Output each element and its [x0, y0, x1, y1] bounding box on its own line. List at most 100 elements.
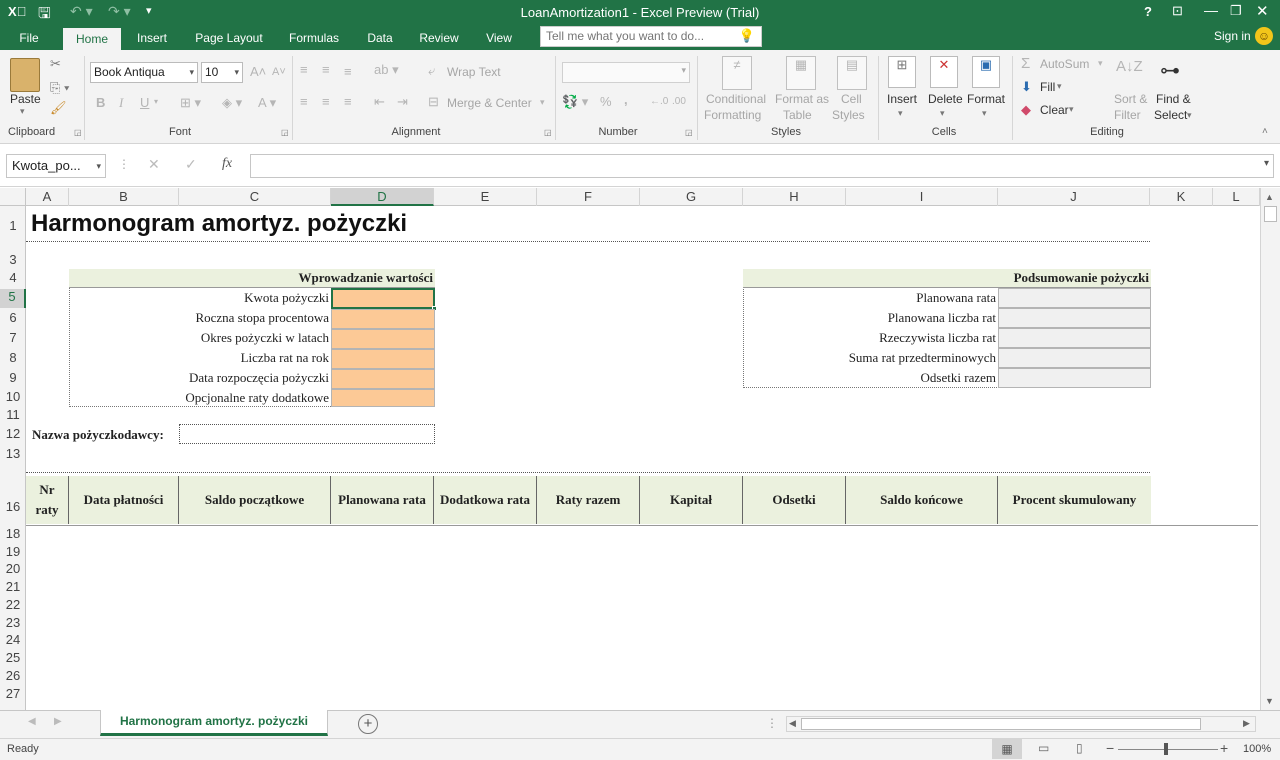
- cut-icon[interactable]: ✂: [50, 56, 61, 72]
- help-icon[interactable]: ?: [1144, 4, 1152, 19]
- summary-cell-total-interest[interactable]: [998, 368, 1151, 388]
- undo-icon[interactable]: ↶ ▾: [70, 3, 93, 20]
- cell-styles-label-1[interactable]: Cell: [841, 92, 862, 106]
- tab-data[interactable]: Data: [360, 26, 400, 50]
- input-cell-loan-period[interactable]: [331, 329, 435, 349]
- prev-sheet-icon[interactable]: ◀: [28, 716, 36, 727]
- clear-button[interactable]: Clear: [1040, 103, 1069, 117]
- expand-formula-icon[interactable]: ▾: [1264, 158, 1269, 169]
- clear-icon[interactable]: ◆: [1021, 102, 1031, 118]
- column-header-h[interactable]: H: [743, 188, 846, 206]
- row-header[interactable]: 12: [0, 426, 26, 441]
- row-header[interactable]: 25: [0, 650, 26, 665]
- format-dropdown-icon[interactable]: ▾: [982, 108, 987, 119]
- row-header[interactable]: 26: [0, 668, 26, 683]
- tab-file[interactable]: File: [8, 26, 50, 50]
- column-header-k[interactable]: K: [1150, 188, 1213, 206]
- row-header[interactable]: 8: [0, 350, 26, 365]
- fill-icon[interactable]: ⬇: [1021, 79, 1032, 95]
- align-middle-icon[interactable]: ≡: [322, 62, 330, 77]
- normal-view-button[interactable]: ▦: [992, 739, 1022, 759]
- autosum-dropdown-icon[interactable]: ▾: [1098, 58, 1103, 69]
- font-color-icon[interactable]: A ▾: [258, 95, 276, 111]
- restore-icon[interactable]: ❐: [1230, 3, 1242, 19]
- fill-button[interactable]: Fill: [1040, 80, 1055, 94]
- bold-button[interactable]: B: [96, 95, 105, 110]
- format-painter-icon[interactable]: 🖌: [50, 100, 67, 116]
- merge-center-button[interactable]: Merge & Center: [447, 96, 532, 110]
- find-dropdown-icon[interactable]: ▾: [1187, 110, 1192, 121]
- input-cell-loan-amount[interactable]: [331, 288, 435, 309]
- font-size-select[interactable]: 10 ▾: [201, 62, 243, 83]
- horizontal-scrollbar[interactable]: ◀ ▶: [786, 716, 1256, 732]
- save-icon[interactable]: 🖫: [38, 3, 51, 28]
- autosum-icon[interactable]: Σ: [1021, 55, 1030, 72]
- find-select-label-2[interactable]: Select: [1154, 108, 1187, 122]
- column-header-l[interactable]: L: [1213, 188, 1260, 206]
- merge-center-icon[interactable]: ⊟: [428, 94, 439, 110]
- borders-icon[interactable]: ⊞ ▾: [180, 95, 201, 111]
- row-header[interactable]: 24: [0, 632, 26, 647]
- column-header-e[interactable]: E: [434, 188, 537, 206]
- delete-cells-icon[interactable]: ✕: [930, 56, 958, 88]
- cancel-entry-icon[interactable]: ✕: [148, 156, 160, 173]
- insert-cells-button[interactable]: Insert: [887, 92, 917, 106]
- italic-button[interactable]: I: [119, 95, 123, 111]
- conditional-formatting-label-2[interactable]: Formatting: [704, 108, 761, 122]
- alignment-launcher-icon[interactable]: ◲: [544, 128, 552, 137]
- input-cell-extra-payments[interactable]: [331, 389, 435, 407]
- row-header[interactable]: 16: [0, 499, 26, 514]
- tab-review[interactable]: Review: [412, 26, 466, 50]
- tab-view[interactable]: View: [478, 26, 520, 50]
- align-top-icon[interactable]: ≡: [300, 62, 308, 77]
- tab-page-layout[interactable]: Page Layout: [190, 26, 268, 50]
- formula-input[interactable]: ▾: [250, 154, 1274, 178]
- clipboard-launcher-icon[interactable]: ◲: [74, 128, 82, 137]
- merge-dropdown-icon[interactable]: ▾: [540, 97, 545, 108]
- accounting-format-icon[interactable]: 💱 ▾: [562, 94, 588, 110]
- paste-icon[interactable]: [10, 58, 40, 92]
- split-handle-icon[interactable]: ⋮: [766, 716, 778, 730]
- scroll-down-icon[interactable]: ▼: [1265, 696, 1274, 706]
- sort-filter-icon[interactable]: A↓Z: [1116, 58, 1143, 75]
- column-header-d[interactable]: D: [331, 188, 434, 206]
- insert-cells-icon[interactable]: ⊞: [888, 56, 916, 88]
- paste-dropdown-icon[interactable]: ▾: [20, 106, 25, 117]
- increase-indent-icon[interactable]: ⇥: [397, 94, 408, 110]
- delete-cells-button[interactable]: Delete: [928, 92, 963, 106]
- fill-color-icon[interactable]: ◈ ▾: [222, 95, 242, 111]
- collapse-ribbon-icon[interactable]: ˄: [1262, 126, 1268, 137]
- align-bottom-icon[interactable]: ≡: [344, 64, 352, 79]
- format-as-table-label-1[interactable]: Format as: [775, 92, 829, 106]
- fill-dropdown-icon[interactable]: ▾: [1057, 81, 1062, 92]
- increase-decimal-icon[interactable]: ←.0: [650, 96, 668, 107]
- format-cells-icon[interactable]: ▣: [972, 56, 1000, 88]
- row-header[interactable]: 19: [0, 544, 26, 559]
- align-right-icon[interactable]: ≡: [344, 94, 352, 109]
- format-as-table-icon[interactable]: ▦: [786, 56, 816, 90]
- column-header-c[interactable]: C: [179, 188, 331, 206]
- format-as-table-label-2[interactable]: Table: [783, 108, 812, 122]
- column-header-b[interactable]: B: [69, 188, 179, 206]
- autosum-button[interactable]: AutoSum: [1040, 57, 1089, 71]
- input-cell-payments-per-year[interactable]: [331, 349, 435, 369]
- name-box[interactable]: Kwota_po... ▾: [6, 154, 106, 178]
- row-header[interactable]: 23: [0, 615, 26, 630]
- wrap-text-icon[interactable]: ⤶: [428, 63, 435, 79]
- lender-name-cell[interactable]: [179, 424, 435, 444]
- close-icon[interactable]: ✕: [1256, 2, 1269, 20]
- summary-cell-scheduled-payment[interactable]: [998, 288, 1151, 308]
- column-header-i[interactable]: I: [846, 188, 998, 206]
- row-header[interactable]: 22: [0, 597, 26, 612]
- zoom-slider-track[interactable]: [1118, 749, 1218, 750]
- cell-styles-icon[interactable]: ▤: [837, 56, 867, 90]
- find-select-icon[interactable]: ⊶: [1160, 58, 1180, 83]
- insert-dropdown-icon[interactable]: ▾: [898, 108, 903, 119]
- column-header-a[interactable]: A: [26, 188, 69, 206]
- sort-filter-label-2[interactable]: Filter: [1114, 108, 1141, 122]
- select-all-corner[interactable]: [0, 188, 26, 206]
- confirm-entry-icon[interactable]: ✓: [185, 156, 197, 173]
- add-sheet-icon[interactable]: +: [358, 714, 378, 734]
- underline-dropdown-icon[interactable]: ▾: [154, 97, 158, 106]
- ribbon-display-icon[interactable]: ⊡: [1172, 3, 1183, 19]
